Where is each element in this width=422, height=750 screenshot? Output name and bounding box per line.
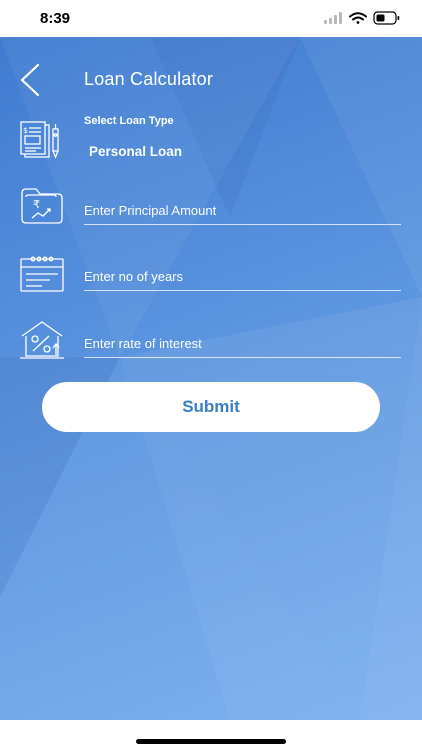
calendar-icon (20, 256, 64, 292)
loan-type-label: Select Loan Type (84, 115, 174, 127)
svg-text:$: $ (23, 126, 28, 135)
principal-amount-input[interactable] (84, 197, 401, 225)
years-input[interactable] (84, 263, 401, 291)
status-time: 8:39 (40, 10, 71, 27)
submit-button[interactable]: Submit (42, 382, 380, 432)
rupee-folder-icon: ₹ (21, 188, 63, 224)
page-title: Loan Calculator (84, 69, 214, 89)
svg-text:₹: ₹ (33, 198, 40, 211)
signal-icon (324, 12, 342, 24)
status-bar: 8:39 (0, 0, 422, 37)
loan-type-select[interactable]: Personal Loan (89, 144, 182, 159)
chevron-left-icon (20, 63, 40, 97)
app-screen: Loan Calculator $ Select Loan Type Perso… (0, 37, 422, 720)
document-pen-icon: $ (20, 121, 59, 159)
status-icons (324, 11, 400, 25)
battery-icon (373, 11, 400, 25)
house-percent-icon (20, 321, 64, 359)
interest-rate-input[interactable] (84, 330, 401, 358)
wifi-icon (349, 12, 367, 24)
home-indicator[interactable] (136, 739, 286, 744)
back-button[interactable] (16, 63, 46, 97)
